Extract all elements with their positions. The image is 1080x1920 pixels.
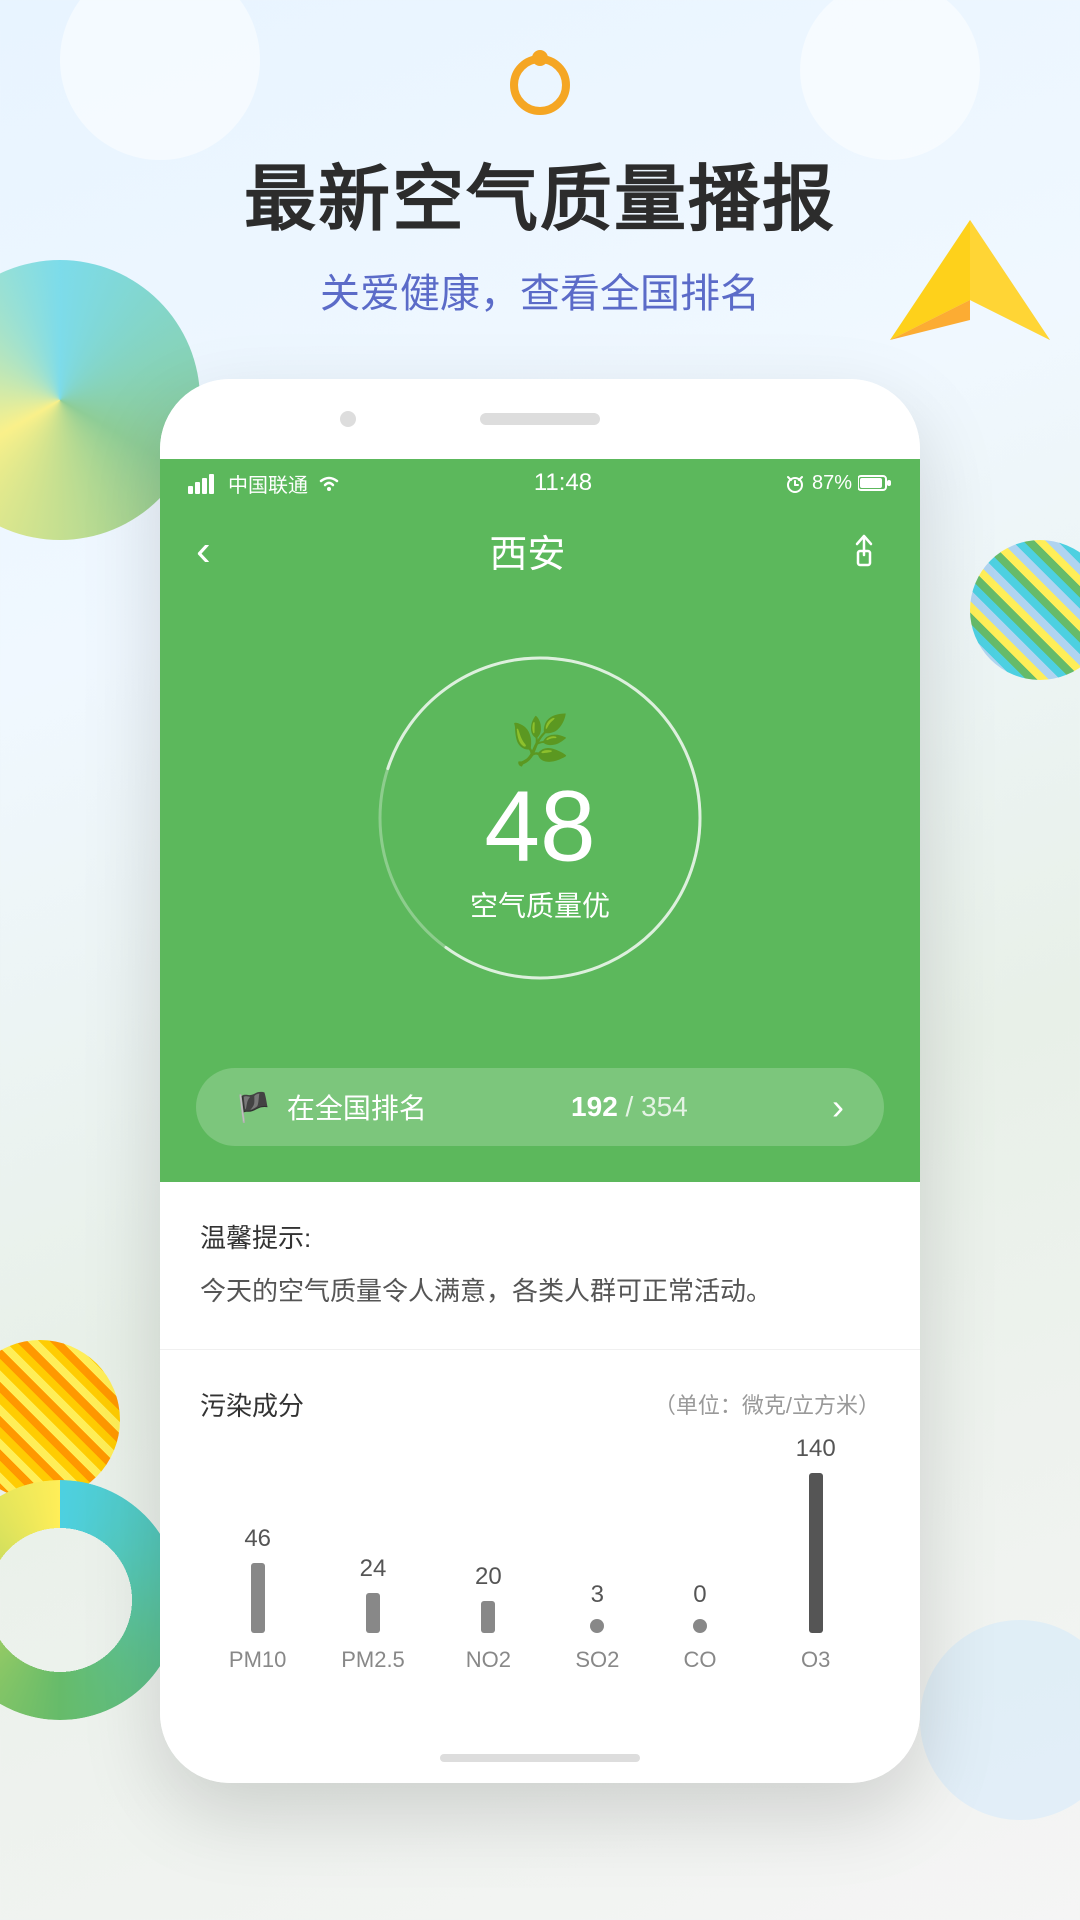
pollutant-no2: 20 NO2 xyxy=(475,1563,502,1633)
pollutants-section: 污染成分 （单位：微克/立方米） 46 PM10 24 PM2.5 xyxy=(160,1350,920,1733)
pm10-label: PM10 xyxy=(229,1647,286,1673)
aqi-gauge: 🌿 48 空气质量优 xyxy=(350,628,730,1008)
battery-percent: 87% xyxy=(812,472,852,495)
so2-label: SO2 xyxy=(575,1647,619,1673)
notification-icon xyxy=(505,50,575,120)
tips-text: 今天的空气质量令人满意，各类人群可正常活动。 xyxy=(200,1271,880,1313)
notif-ring xyxy=(510,55,570,115)
ranking-current: 192 xyxy=(571,1091,618,1122)
pm25-value: 24 xyxy=(360,1555,387,1583)
co-value: 0 xyxy=(693,1581,706,1609)
co-label: CO xyxy=(683,1647,716,1673)
page-title: 最新空气质量播报 xyxy=(244,140,836,245)
battery-icon xyxy=(858,474,892,492)
pollutant-o3: 140 O3 xyxy=(796,1435,836,1633)
aqi-inner: 🌿 48 空气质量优 xyxy=(470,712,610,925)
phone-speaker xyxy=(480,413,600,425)
o3-label: O3 xyxy=(801,1647,830,1673)
leaf-icon: 🌿 xyxy=(510,712,570,769)
wifi-icon xyxy=(316,473,342,493)
carrier-name: 中国联通 xyxy=(228,469,308,498)
app-header: ‹ 西安 xyxy=(160,507,920,608)
ranking-separator: / xyxy=(626,1091,634,1122)
pollutant-pm10: 46 PM10 xyxy=(244,1525,271,1633)
pollutant-so2: 3 SO2 xyxy=(590,1581,604,1633)
page-subtitle: 关爱健康，查看全国排名 xyxy=(320,261,760,319)
aqi-area: 🌿 48 空气质量优 xyxy=(160,608,920,1068)
pollutants-chart: 46 PM10 24 PM2.5 20 NO2 3 xyxy=(200,1463,880,1683)
city-name: 西安 xyxy=(489,523,565,578)
aqi-value: 48 xyxy=(484,777,595,877)
ranking-flag-icon: 🏴 xyxy=(236,1091,271,1124)
ranking-section: 🏴 在全国排名 192 / 354 › xyxy=(160,1068,920,1182)
tips-title: 温馨提示: xyxy=(200,1218,880,1255)
no2-label: NO2 xyxy=(466,1647,511,1673)
pm25-label: PM2.5 xyxy=(341,1647,405,1673)
ranking-arrow-icon: › xyxy=(832,1086,844,1128)
so2-value: 3 xyxy=(591,1581,604,1609)
pollutant-pm25: 24 PM2.5 xyxy=(360,1555,387,1633)
pollutants-title: 污染成分 xyxy=(200,1386,304,1423)
ranking-left: 🏴 在全国排名 xyxy=(236,1087,427,1127)
status-right: 87% xyxy=(784,472,892,495)
phone-bottom xyxy=(160,1733,920,1783)
no2-value: 20 xyxy=(475,1563,502,1591)
pollutants-unit: （单位：微克/立方米） xyxy=(654,1388,880,1420)
pollutants-header: 污染成分 （单位：微克/立方米） xyxy=(200,1386,880,1423)
status-left: 中国联通 xyxy=(188,469,342,498)
aqi-label: 空气质量优 xyxy=(470,885,610,925)
page-content: 最新空气质量播报 关爱健康，查看全国排名 中国联通 xyxy=(0,0,1080,1783)
home-indicator xyxy=(440,1754,640,1762)
o3-value: 140 xyxy=(796,1435,836,1463)
tips-section: 温馨提示: 今天的空气质量令人满意，各类人群可正常活动。 xyxy=(160,1182,920,1350)
signal-icon xyxy=(188,472,220,494)
pm10-value: 46 xyxy=(244,1525,271,1553)
ranking-text: 在全国排名 xyxy=(287,1087,427,1127)
phone-mockup: 中国联通 11:48 87% xyxy=(160,379,920,1783)
ranking-numbers: 192 / 354 xyxy=(571,1091,688,1123)
back-button[interactable]: ‹ xyxy=(196,526,211,576)
alarm-icon xyxy=(784,472,806,494)
status-bar: 中国联通 11:48 87% xyxy=(160,459,920,507)
ranking-total: 354 xyxy=(641,1091,688,1122)
phone-camera xyxy=(340,411,356,427)
share-button[interactable] xyxy=(844,529,884,573)
status-time: 11:48 xyxy=(534,469,592,497)
pollutant-co: 0 CO xyxy=(693,1581,707,1633)
phone-top-bar xyxy=(160,379,920,459)
ranking-bar[interactable]: 🏴 在全国排名 192 / 354 › xyxy=(196,1068,884,1146)
